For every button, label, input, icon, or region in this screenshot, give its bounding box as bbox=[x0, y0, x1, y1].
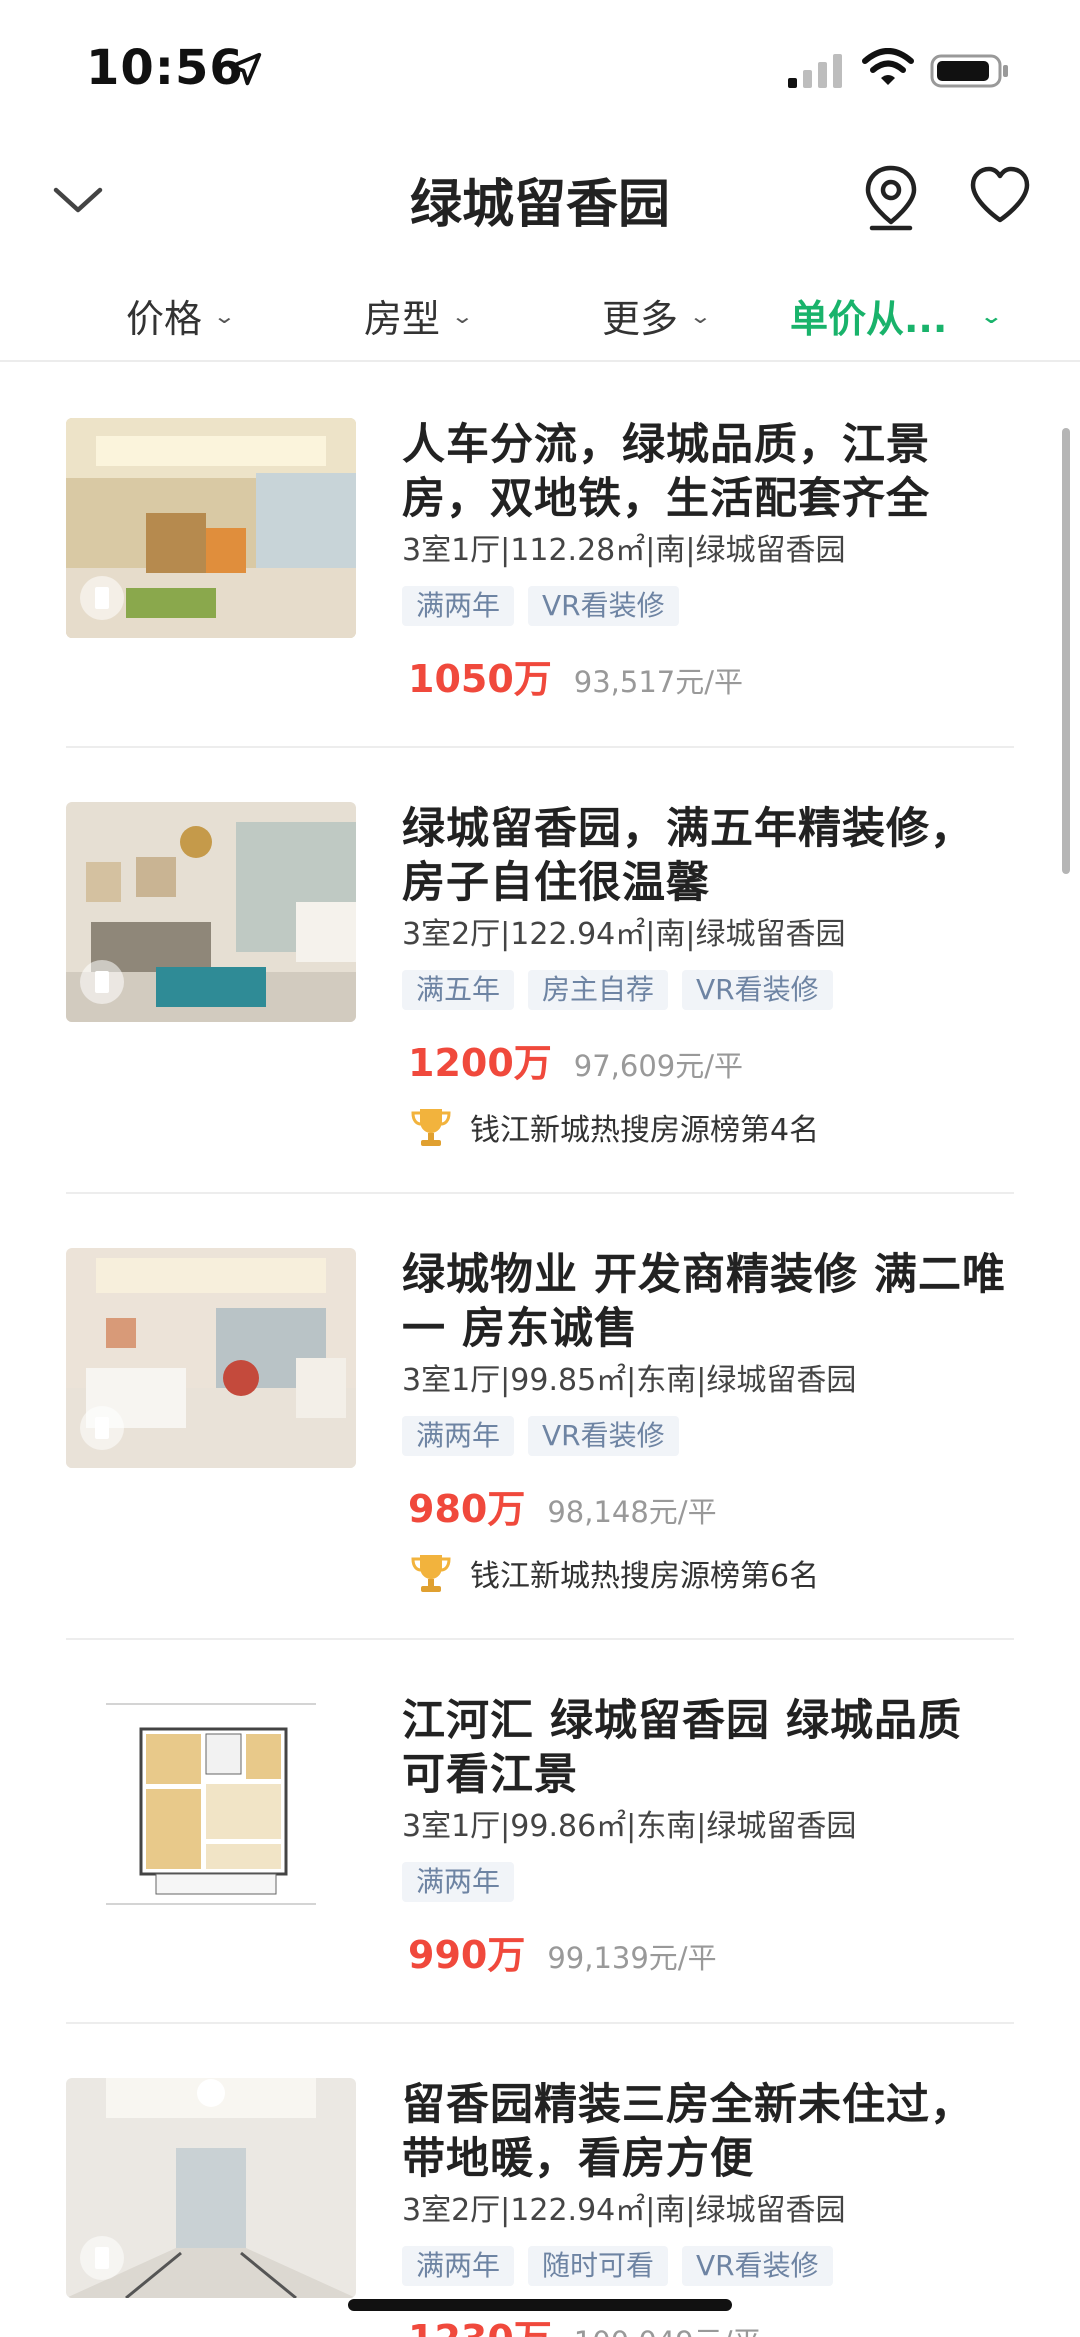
listing-title: 绿城留香园，满五年精装修，房子自住很温馨 bbox=[402, 804, 974, 908]
listing-meta: 3室1厅|99.86㎡|东南|绿城留香园 bbox=[402, 1809, 857, 1844]
listing-meta: 3室1厅|99.85㎡|东南|绿城留香园 bbox=[402, 1363, 857, 1398]
tag: VR看装修 bbox=[528, 1416, 679, 1456]
chevron-down-icon: ⌄ bbox=[688, 303, 713, 328]
floor-plan-image[interactable] bbox=[66, 1694, 356, 1914]
tag-list: 满两年 随时可看 VR看装修 bbox=[402, 2246, 1014, 2286]
tag: 满两年 bbox=[402, 586, 515, 626]
chevron-down-icon: ⌄ bbox=[450, 303, 475, 328]
tag-list: 满两年 VR看装修 bbox=[402, 1416, 1014, 1456]
trophy-icon bbox=[411, 1555, 451, 1592]
divider bbox=[66, 1638, 1014, 1640]
wifi-icon bbox=[862, 48, 914, 85]
listing-price: 1200万 bbox=[408, 1041, 552, 1085]
listing-photo[interactable] bbox=[66, 1248, 356, 1468]
unit-price: 100,049元/平 bbox=[574, 2319, 762, 2337]
filter-more[interactable]: 更多 ⌄ bbox=[602, 288, 713, 343]
hot-rank-row[interactable]: 钱江新城热搜房源榜第6名 bbox=[410, 1551, 1014, 1595]
vr-icon bbox=[80, 1406, 124, 1450]
listing-card[interactable]: 绿城留香园，满五年精装修，房子自住很温馨 3室2厅|122.94㎡|南|绿城留香… bbox=[66, 802, 1014, 1196]
scrollbar[interactable] bbox=[1062, 428, 1070, 874]
filter-layout[interactable]: 房型 ⌄ bbox=[364, 288, 475, 343]
chevron-down-icon: ⌄ bbox=[212, 303, 237, 328]
tag: 满两年 bbox=[402, 2246, 515, 2286]
listing-card[interactable]: 人车分流，绿城品质，江景房，双地铁，生活配套齐全 3室1厅|112.28㎡|南|… bbox=[66, 418, 1014, 748]
listing-title: 绿城物业 开发商精装修 满二唯一 房东诚售 bbox=[402, 1250, 1006, 1354]
listing-price: 1050万 bbox=[408, 657, 552, 701]
listing-photo[interactable] bbox=[66, 802, 356, 1022]
hot-rank-text: 钱江新城热搜房源榜第4名 bbox=[470, 1113, 820, 1148]
filter-label: 价格 bbox=[126, 297, 203, 341]
listing-title: 人车分流，绿城品质，江景房，双地铁，生活配套齐全 bbox=[402, 420, 930, 524]
divider bbox=[66, 2022, 1014, 2024]
vr-icon bbox=[80, 960, 124, 1004]
filter-price[interactable]: 价格 ⌄ bbox=[126, 288, 237, 343]
listing-price: 980万 bbox=[408, 1487, 526, 1531]
status-time: 10:56 bbox=[86, 40, 244, 96]
listing-meta: 3室1厅|112.28㎡|南|绿城留香园 bbox=[402, 533, 846, 568]
filter-label: 单价从... bbox=[790, 297, 948, 341]
heart-icon[interactable] bbox=[968, 164, 1032, 228]
unit-price: 98,148元/平 bbox=[547, 1495, 717, 1529]
tag-list: 满两年 VR看装修 bbox=[402, 586, 1014, 626]
listing-title: 江河汇 绿城留香园 绿城品质 可看江景 bbox=[402, 1696, 962, 1800]
filter-sort[interactable]: 单价从... ⌄ bbox=[790, 288, 1004, 343]
battery-icon bbox=[930, 54, 1008, 88]
filter-bar: 价格 ⌄ 房型 ⌄ 更多 ⌄ 单价从... ⌄ bbox=[0, 270, 1080, 362]
unit-price: 93,517元/平 bbox=[573, 665, 744, 699]
navigation-bar: 绿城留香园 bbox=[0, 140, 1080, 270]
listing-price: 990万 bbox=[408, 1933, 526, 1977]
tag: 满五年 bbox=[402, 970, 515, 1010]
divider bbox=[66, 1192, 1014, 1194]
listing-meta: 3室2厅|122.94㎡|南|绿城留香园 bbox=[402, 917, 846, 952]
tag: 满两年 bbox=[402, 1416, 515, 1456]
listing-price: 1230万 bbox=[408, 2308, 552, 2337]
listing-meta: 3室2厅|122.94㎡|南|绿城留香园 bbox=[402, 2193, 846, 2228]
status-bar: 10:56 bbox=[0, 0, 1080, 140]
listing-photo[interactable] bbox=[66, 418, 356, 638]
vr-icon bbox=[80, 2236, 124, 2280]
map-pin-icon[interactable] bbox=[862, 164, 920, 234]
trophy-icon bbox=[411, 1109, 451, 1146]
filter-label: 房型 bbox=[364, 297, 441, 341]
tag: VR看装修 bbox=[682, 2246, 833, 2286]
tag: 满两年 bbox=[402, 1862, 515, 1902]
tag: 随时可看 bbox=[528, 2246, 669, 2286]
listing-card[interactable]: 绿城物业 开发商精装修 满二唯一 房东诚售 3室1厅|99.85㎡|东南|绿城留… bbox=[66, 1248, 1014, 1642]
listing-card[interactable]: 江河汇 绿城留香园 绿城品质 可看江景 3室1厅|99.86㎡|东南|绿城留香园… bbox=[66, 1694, 1014, 2024]
listing-title: 留香园精装三房全新未住过，带地暖，看房方便 bbox=[402, 2080, 974, 2184]
tag-list: 满五年 房主自荐 VR看装修 bbox=[402, 970, 1014, 1010]
filter-label: 更多 bbox=[602, 297, 679, 341]
tag: 房主自荐 bbox=[528, 970, 669, 1010]
tag: VR看装修 bbox=[528, 586, 679, 626]
unit-price: 99,139元/平 bbox=[547, 1941, 717, 1975]
hot-rank-text: 钱江新城热搜房源榜第6名 bbox=[470, 1559, 820, 1594]
unit-price: 97,609元/平 bbox=[573, 1049, 744, 1083]
signal-icon bbox=[788, 54, 842, 88]
divider bbox=[66, 746, 1014, 748]
location-arrow-icon bbox=[228, 52, 262, 86]
listing-photo[interactable] bbox=[66, 2078, 356, 2298]
tag: VR看装修 bbox=[682, 970, 833, 1010]
vr-icon bbox=[80, 576, 124, 620]
tag-list: 满两年 bbox=[402, 1862, 1014, 1902]
chevron-down-icon: ⌄ bbox=[979, 303, 1004, 328]
hot-rank-row[interactable]: 钱江新城热搜房源榜第4名 bbox=[410, 1105, 1014, 1149]
home-indicator[interactable] bbox=[348, 2299, 732, 2311]
